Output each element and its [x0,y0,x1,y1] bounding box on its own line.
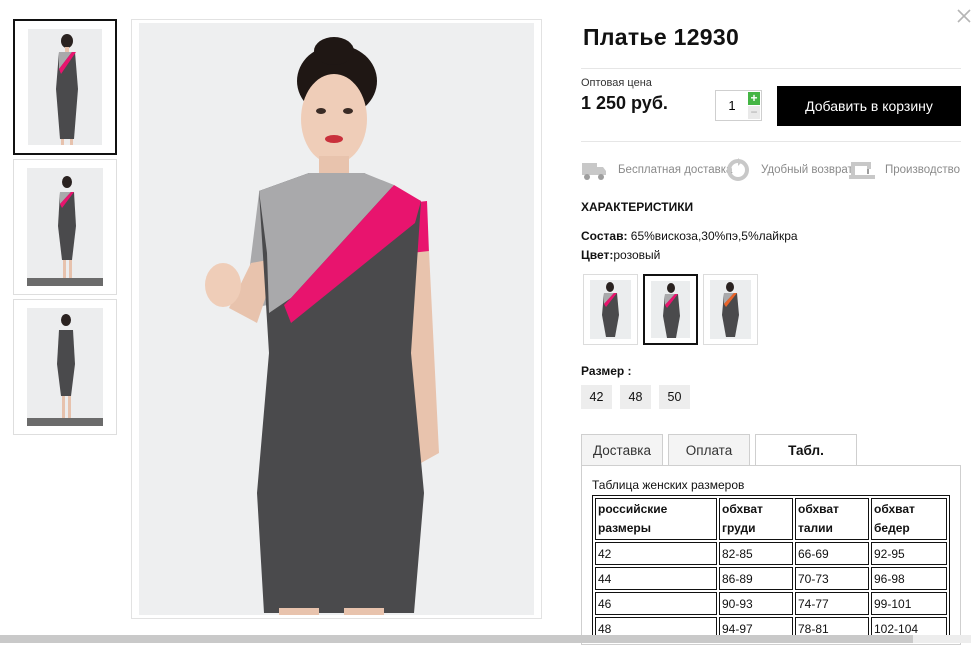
composition-row: Состав: 65%вискоза,30%пэ,5%лайкра [581,229,798,243]
table-cell: 46 [595,592,717,615]
table-cell: 74-77 [795,592,869,615]
thumbnail-back[interactable] [13,299,117,435]
divider [581,141,961,142]
divider [581,68,961,69]
thumbnail-front[interactable] [13,19,117,155]
sewing-machine-icon [849,162,875,179]
size-table: российские размеры обхват груди обхват т… [592,495,950,643]
quantity-increase-button[interactable]: + [748,92,760,105]
swatch-image [651,281,690,338]
thumbnail-image [28,29,102,145]
size-option-50[interactable]: 50 [659,385,690,409]
color-label: Цвет: [581,248,614,262]
size-option-48[interactable]: 48 [620,385,651,409]
feature-label-delivery: Бесплатная доставка [618,164,733,176]
characteristics-title: ХАРАКТЕРИСТИКИ [581,200,694,214]
table-cell: 42 [595,542,717,565]
table-header-row: российские размеры обхват груди обхват т… [595,498,947,540]
color-row: Цвет:розовый [581,248,660,262]
add-to-cart-button[interactable]: Добавить в корзину [777,86,961,126]
table-cell: 70-73 [795,567,869,590]
quantity-decrease-button[interactable]: − [748,106,760,119]
product-title: Платье 12930 [583,24,740,50]
table-header-cell: обхват талии [795,498,869,540]
composition-label: Состав: [581,229,628,243]
composition-value: 65%вискоза,30%пэ,5%лайкра [630,229,798,243]
table-cell: 82-85 [719,542,793,565]
thumbnail-image [27,308,103,426]
table-row: 44 86-89 70-73 96-98 [595,567,947,590]
horizontal-scrollbar-track[interactable] [913,635,971,643]
tab-delivery[interactable]: Доставка [581,434,663,465]
table-header-cell: обхват груди [719,498,793,540]
thumbnail-image [27,168,103,286]
size-table-title: Таблица женских размеров [592,478,745,492]
close-icon[interactable] [956,8,971,24]
color-swatch-3[interactable] [703,274,758,345]
horizontal-scrollbar-thumb[interactable] [0,635,913,643]
table-header-cell: российские размеры [595,498,717,540]
table-row: 42 82-85 66-69 92-95 [595,542,947,565]
main-product-image[interactable] [131,19,542,619]
product-photo [139,23,534,615]
thumbnail-side[interactable] [13,159,117,295]
table-cell: 86-89 [719,567,793,590]
tab-size-table[interactable]: Табл. размеров [755,434,857,489]
color-value: розовый [613,248,661,262]
features-row: Бесплатная доставка Удобный возврат Прои… [581,157,971,183]
table-cell: 99-101 [871,592,947,615]
size-option-42[interactable]: 42 [581,385,612,409]
swatch-image [710,280,751,339]
color-swatch-1[interactable] [583,274,638,345]
quantity-input[interactable] [716,91,748,120]
truck-icon [582,163,606,180]
quantity-stepper: + − [715,90,762,121]
tab-payment[interactable]: Оплата [668,434,750,465]
size-label: Размер : [581,364,632,378]
table-cell: 96-98 [871,567,947,590]
table-row: 46 90-93 74-77 99-101 [595,592,947,615]
table-header-cell: обхват бедер [871,498,947,540]
table-cell: 44 [595,567,717,590]
table-cell: 90-93 [719,592,793,615]
table-cell: 92-95 [871,542,947,565]
feature-label-production: Производство [885,164,960,176]
feature-label-return: Удобный возврат [761,164,853,176]
price-label: Оптовая цена [581,77,652,89]
return-icon [727,158,749,181]
swatch-image [590,280,631,339]
color-swatch-2[interactable] [643,274,698,345]
price-value: 1 250 руб. [581,93,668,113]
table-cell: 66-69 [795,542,869,565]
